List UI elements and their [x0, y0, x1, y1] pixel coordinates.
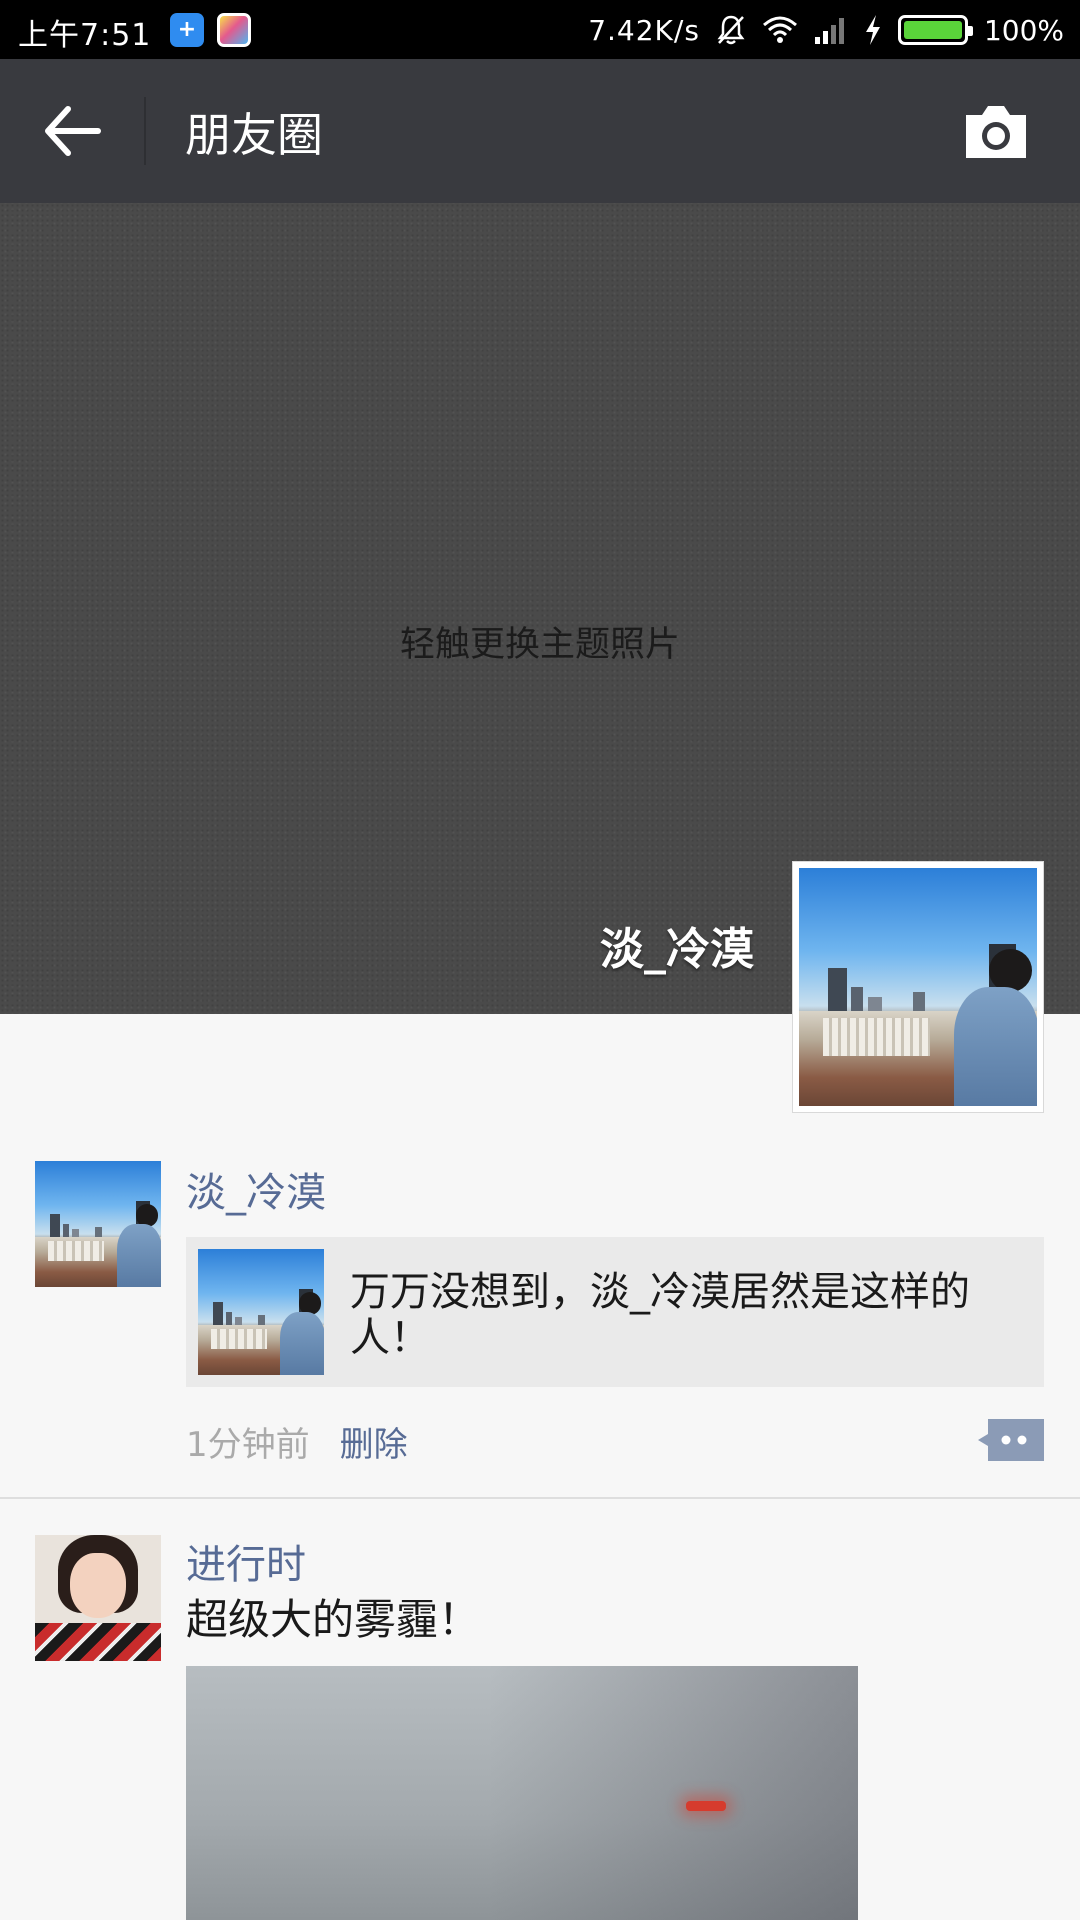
- post-author-name[interactable]: 进行时: [186, 1532, 306, 1590]
- comment-icon[interactable]: [978, 1419, 1044, 1461]
- profile-avatar[interactable]: [792, 861, 1044, 1113]
- post-text: 超级大的雾霾！: [186, 1595, 481, 1644]
- post-author-name[interactable]: 淡_冷漠: [186, 1160, 326, 1218]
- avatar-image: [35, 1161, 161, 1287]
- app-notification-icon: +: [170, 13, 204, 47]
- camera-icon[interactable]: [962, 103, 1030, 161]
- status-time: 上午7:51: [18, 18, 152, 53]
- nav-divider: [144, 97, 146, 165]
- charging-icon: [865, 15, 880, 45]
- avatar-image: [35, 1535, 161, 1661]
- arrow-left-icon[interactable]: [40, 103, 106, 159]
- mute-icon: [717, 15, 745, 45]
- page-title: 朋友圈: [185, 108, 323, 162]
- app-notification-icon-2: [217, 13, 251, 47]
- post-divider: [0, 1497, 1080, 1499]
- profile-name: 淡_冷漠: [600, 924, 754, 975]
- post-time: 1分钟前: [186, 1425, 310, 1465]
- nav-bar: 朋友圈: [0, 59, 1080, 203]
- post-author-avatar[interactable]: [35, 1535, 161, 1661]
- post-meta: 1分钟前 删除: [186, 1417, 408, 1466]
- avatar-image: [799, 868, 1037, 1106]
- wifi-icon: [762, 16, 797, 43]
- shared-link-thumbnail: [198, 1249, 324, 1375]
- shared-link-card[interactable]: 万万没想到，淡_冷漠居然是这样的人！: [186, 1237, 1044, 1387]
- battery-percent: 100%: [983, 13, 1064, 47]
- status-bar: 上午7:51 + 7.42K/s 100%: [0, 0, 1080, 59]
- signal-icon: [814, 18, 844, 44]
- cover-change-hint[interactable]: 轻触更换主题照片: [0, 616, 1080, 667]
- delete-button[interactable]: 删除: [340, 1417, 408, 1466]
- post-photo[interactable]: [186, 1666, 858, 1920]
- battery-icon: [897, 15, 973, 45]
- post-author-avatar[interactable]: [35, 1161, 161, 1287]
- shared-link-text: 万万没想到，淡_冷漠居然是这样的人！: [350, 1269, 970, 1361]
- network-speed: 7.42K/s: [588, 13, 700, 47]
